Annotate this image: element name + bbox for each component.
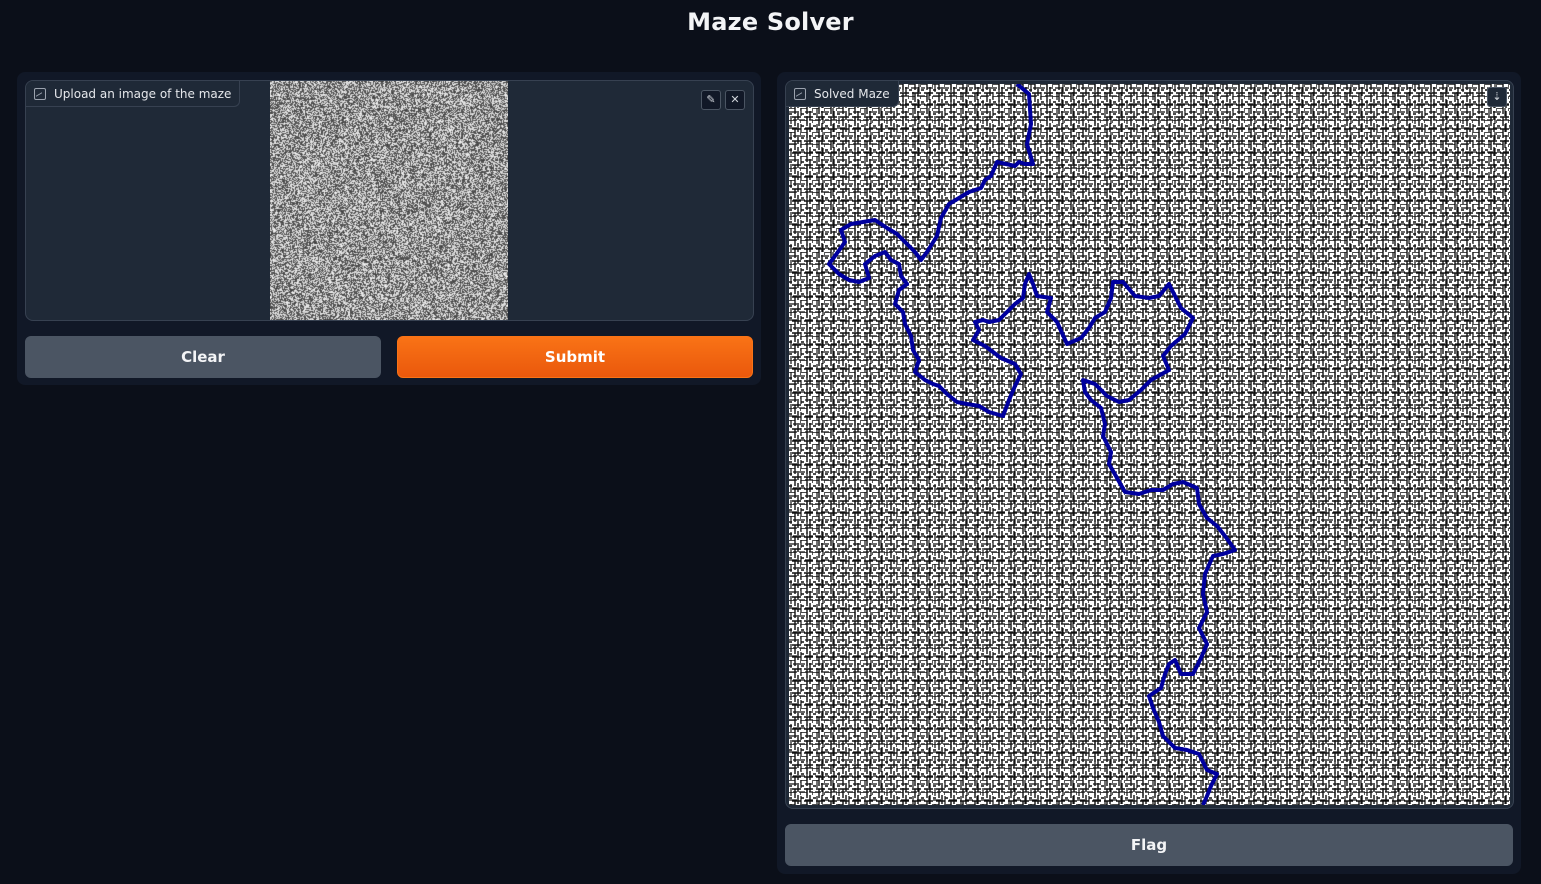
maze-upload-area[interactable]: Upload an image of the maze ✎ ✕ — [25, 80, 754, 321]
clear-button[interactable]: Clear — [25, 336, 381, 378]
solved-maze-image — [789, 84, 1510, 805]
pencil-icon[interactable]: ✎ — [701, 90, 721, 110]
page-title: Maze Solver — [0, 8, 1541, 36]
output-image-label: Solved Maze — [786, 81, 899, 107]
uploaded-maze-preview — [270, 81, 508, 320]
image-icon — [34, 88, 46, 100]
close-icon[interactable]: ✕ — [725, 90, 745, 110]
output-label-text: Solved Maze — [814, 87, 890, 101]
download-icon[interactable]: ⇣ — [1487, 87, 1507, 107]
submit-button[interactable]: Submit — [397, 336, 753, 378]
solved-maze-area: Solved Maze ⇣ — [785, 80, 1514, 809]
input-label-text: Upload an image of the maze — [54, 87, 231, 101]
flag-button[interactable]: Flag — [785, 824, 1513, 866]
input-image-label: Upload an image of the maze — [26, 81, 240, 107]
image-icon — [794, 88, 806, 100]
